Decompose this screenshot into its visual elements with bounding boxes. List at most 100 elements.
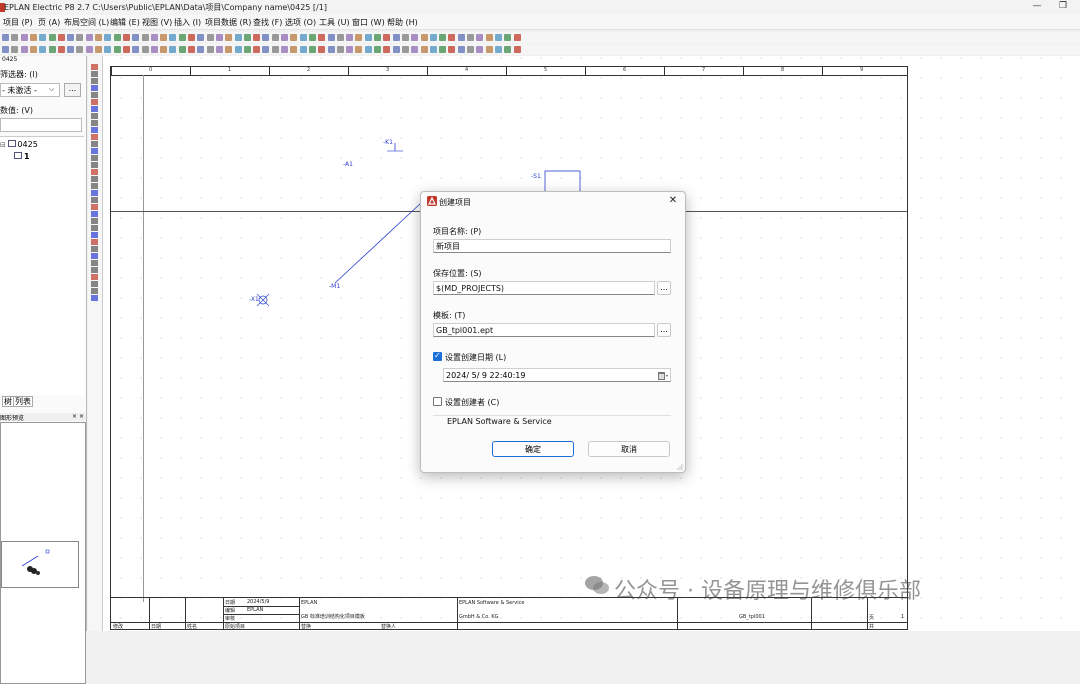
insert-symbol-icon[interactable] bbox=[91, 253, 98, 259]
toolbar-tool-icon[interactable] bbox=[327, 46, 335, 53]
calendar-icon[interactable] bbox=[658, 372, 668, 380]
set-creator-checkbox[interactable] bbox=[433, 397, 442, 406]
toolbar-tool-icon[interactable] bbox=[141, 34, 149, 41]
insert-symbol-icon[interactable] bbox=[91, 246, 98, 252]
toolbar-tool-icon[interactable] bbox=[494, 34, 502, 41]
toolbar-tool-icon[interactable] bbox=[206, 34, 214, 41]
insert-symbol-icon[interactable] bbox=[91, 169, 98, 175]
toolbar-tool-icon[interactable] bbox=[215, 34, 223, 41]
toolbar-tool-icon[interactable] bbox=[85, 46, 93, 53]
toolbar-tool-icon[interactable] bbox=[253, 46, 261, 53]
ok-button[interactable]: 确定 bbox=[492, 441, 574, 457]
toolbar-tool-icon[interactable] bbox=[11, 34, 19, 41]
insert-symbol-icon[interactable] bbox=[91, 127, 98, 133]
insert-symbol-icon[interactable] bbox=[91, 113, 98, 119]
menu-tools[interactable]: 工具 (U) bbox=[319, 17, 350, 28]
toolbar-tool-icon[interactable] bbox=[457, 46, 465, 53]
insert-symbol-icon[interactable] bbox=[91, 260, 98, 266]
toolbar-tool-icon[interactable] bbox=[2, 46, 9, 53]
toolbar-tool-icon[interactable] bbox=[197, 46, 205, 53]
toolbar-tool-icon[interactable] bbox=[336, 34, 344, 41]
insert-symbol-icon[interactable] bbox=[91, 141, 98, 147]
toolbar-tool-icon[interactable] bbox=[104, 46, 112, 53]
menu-project-data[interactable]: 项目数据 (R) bbox=[205, 17, 251, 28]
menu-options[interactable]: 选项 (O) bbox=[285, 17, 316, 28]
toolbar-tool-icon[interactable] bbox=[494, 46, 502, 53]
insert-symbol-icon[interactable] bbox=[91, 99, 98, 105]
toolbar-tool-icon[interactable] bbox=[234, 34, 242, 41]
insert-symbol-icon[interactable] bbox=[91, 295, 98, 301]
template-input[interactable]: GB_tpl001.ept bbox=[433, 323, 655, 337]
toolbar-tool-icon[interactable] bbox=[439, 46, 447, 53]
expand-icon[interactable]: ⊟ bbox=[0, 141, 6, 149]
toolbar-tool-icon[interactable] bbox=[57, 46, 65, 53]
toolbar-tool-icon[interactable] bbox=[308, 34, 316, 41]
toolbar-tool-icon[interactable] bbox=[76, 34, 84, 41]
toolbar-tool-icon[interactable] bbox=[411, 34, 419, 41]
toolbar-tool-icon[interactable] bbox=[429, 46, 437, 53]
toolbar-tool-icon[interactable] bbox=[355, 46, 363, 53]
browse-template-button[interactable]: ... bbox=[657, 323, 671, 337]
toolbar-tool-icon[interactable] bbox=[485, 46, 493, 53]
toolbar-tool-icon[interactable] bbox=[299, 34, 307, 41]
insert-symbol-icon[interactable] bbox=[91, 120, 98, 126]
creation-date-picker[interactable]: 2024/ 5/ 9 22:40:19 bbox=[443, 368, 671, 382]
toolbar-tool-icon[interactable] bbox=[2, 34, 9, 41]
toolbar-tool-icon[interactable] bbox=[234, 46, 242, 53]
set-creator-label[interactable]: 设置创建者 (C) bbox=[445, 397, 499, 408]
toolbar-tool-icon[interactable] bbox=[336, 46, 344, 53]
insert-symbol-icon[interactable] bbox=[91, 71, 98, 77]
toolbar-tool-icon[interactable] bbox=[374, 46, 381, 53]
label-a1[interactable]: -A1 bbox=[343, 161, 353, 168]
toolbar-tool-icon[interactable] bbox=[48, 34, 56, 41]
menu-insert[interactable]: 插入 (I) bbox=[174, 17, 201, 28]
minimize-button[interactable]: — bbox=[1026, 1, 1048, 13]
insert-symbol-icon[interactable] bbox=[91, 134, 98, 140]
set-date-checkbox[interactable] bbox=[433, 351, 442, 361]
toolbar-tool-icon[interactable] bbox=[420, 34, 428, 41]
filter-select[interactable]: - 未激活 - ⌵ bbox=[0, 83, 60, 97]
toolbar-tool-icon[interactable] bbox=[411, 46, 419, 53]
menu-help[interactable]: 帮助 (H) bbox=[387, 17, 418, 28]
toolbar-tool-icon[interactable] bbox=[364, 34, 372, 41]
toolbar-tool-icon[interactable] bbox=[132, 34, 140, 41]
insert-symbol-icon[interactable] bbox=[91, 288, 98, 294]
restore-button[interactable]: ❐ bbox=[1052, 1, 1074, 13]
toolbar-tool-icon[interactable] bbox=[122, 46, 130, 53]
label-x1[interactable]: -X1 bbox=[249, 296, 259, 303]
toolbar-tool-icon[interactable] bbox=[48, 46, 56, 53]
toolbar-tool-icon[interactable] bbox=[346, 34, 354, 41]
toolbar-tool-icon[interactable] bbox=[188, 46, 195, 53]
tab-list[interactable]: 列表 bbox=[13, 396, 33, 407]
toolbar-tool-icon[interactable] bbox=[457, 34, 465, 41]
resize-grip-icon[interactable] bbox=[677, 464, 683, 470]
toolbar-tool-icon[interactable] bbox=[448, 34, 456, 41]
menu-page[interactable]: 页 (A) bbox=[38, 17, 60, 28]
insert-symbol-icon[interactable] bbox=[91, 232, 98, 238]
toolbar-tool-icon[interactable] bbox=[95, 34, 102, 41]
toolbar-tool-icon[interactable] bbox=[39, 34, 47, 41]
toolbar-tool-icon[interactable] bbox=[467, 34, 474, 41]
toolbar-tool-icon[interactable] bbox=[513, 34, 521, 41]
insert-symbol-icon[interactable] bbox=[91, 162, 98, 168]
toolbar-tool-icon[interactable] bbox=[67, 46, 75, 53]
toolbar-tool-icon[interactable] bbox=[401, 34, 409, 41]
toolbar-tool-icon[interactable] bbox=[327, 34, 335, 41]
toolbar-tool-icon[interactable] bbox=[225, 46, 233, 53]
toolbar-tool-icon[interactable] bbox=[281, 34, 288, 41]
toolbar-tool-icon[interactable] bbox=[169, 46, 177, 53]
toolbar-tool-icon[interactable] bbox=[439, 34, 447, 41]
toolbar-tool-icon[interactable] bbox=[57, 34, 65, 41]
toolbar-tool-icon[interactable] bbox=[262, 34, 270, 41]
toolbar-tool-icon[interactable] bbox=[476, 46, 484, 53]
insert-symbol-icon[interactable] bbox=[91, 267, 98, 273]
browse-location-button[interactable]: ... bbox=[657, 281, 671, 295]
toolbar-tool-icon[interactable] bbox=[383, 46, 391, 53]
toolbar-tool-icon[interactable] bbox=[39, 46, 47, 53]
toolbar-tool-icon[interactable] bbox=[178, 46, 186, 53]
tree-item-project[interactable]: ⊟ 0425 bbox=[0, 140, 38, 149]
toolbar-tool-icon[interactable] bbox=[513, 46, 521, 53]
toolbar-tool-icon[interactable] bbox=[95, 46, 102, 53]
value-input[interactable] bbox=[0, 118, 82, 132]
toolbar-tool-icon[interactable] bbox=[113, 46, 121, 53]
